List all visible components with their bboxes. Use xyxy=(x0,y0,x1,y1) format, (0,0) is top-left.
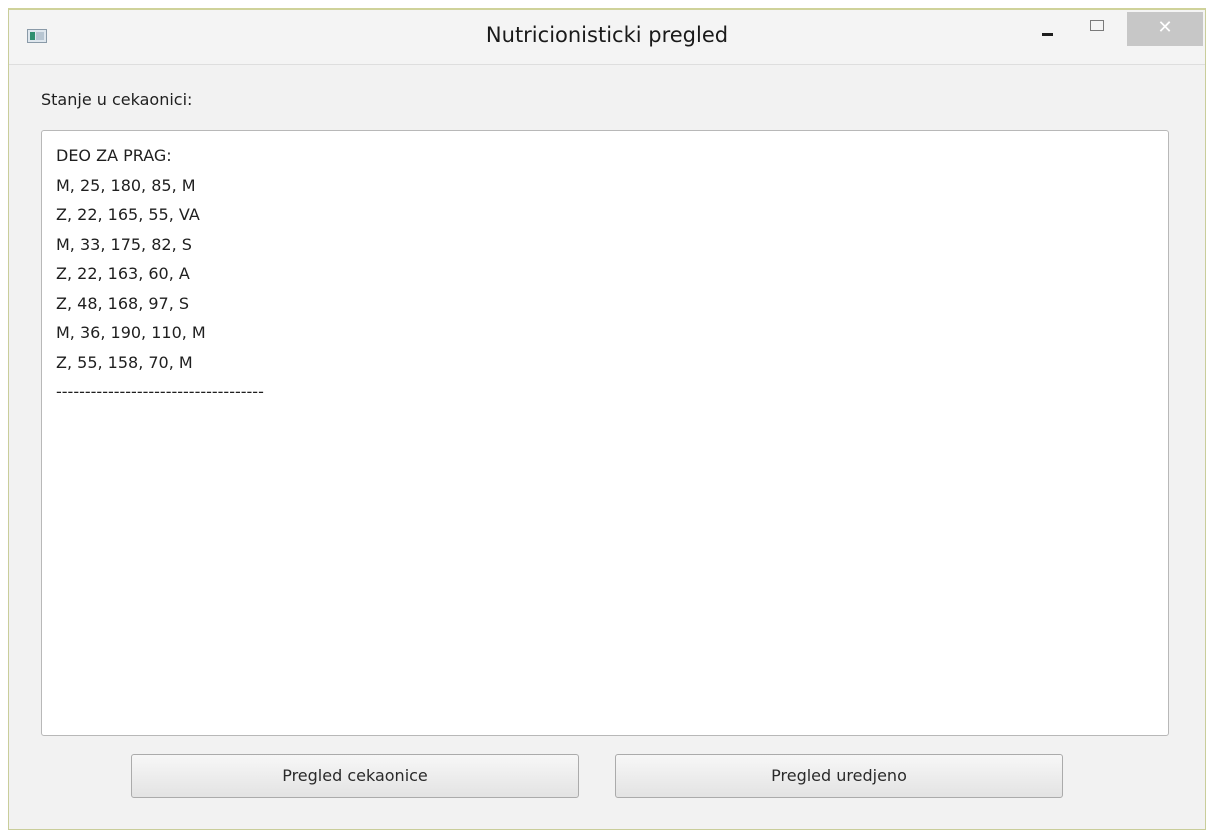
close-icon: ✕ xyxy=(1157,17,1173,38)
view-waiting-room-button[interactable]: Pregled cekaonice xyxy=(131,754,579,798)
view-sorted-button[interactable]: Pregled uredjeno xyxy=(615,754,1063,798)
app-window: Nutricionisticki pregled ✕ Stanje u ceka… xyxy=(8,8,1206,830)
textarea-line: Z, 22, 163, 60, A xyxy=(56,264,190,283)
textarea-line: Z, 22, 165, 55, VA xyxy=(56,205,200,224)
textarea-line: M, 36, 190, 110, M xyxy=(56,323,206,342)
window-title: Nutricionisticki pregled xyxy=(485,23,729,47)
close-button[interactable]: ✕ xyxy=(1127,12,1203,46)
minimize-button[interactable] xyxy=(1033,12,1063,46)
textarea-line: Z, 55, 158, 70, M xyxy=(56,352,193,372)
textarea-line: M, 33, 175, 82, S xyxy=(56,234,192,254)
maximize-button[interactable] xyxy=(1081,12,1111,46)
textarea-line: M, 25, 180, 85, M xyxy=(56,175,196,195)
waiting-room-label: Stanje u cekaonici: xyxy=(41,90,193,109)
textarea-line: ------------------------------------ xyxy=(56,382,264,401)
waiting-room-textarea[interactable]: DEO ZA PRAG: M, 25, 180, 85, M Z, 22, 16… xyxy=(41,130,1169,736)
textarea-line: DEO ZA PRAG: xyxy=(56,146,172,165)
title-bar: Nutricionisticki pregled ✕ xyxy=(9,10,1205,65)
textarea-line: Z, 48, 168, 97, S xyxy=(56,293,190,313)
